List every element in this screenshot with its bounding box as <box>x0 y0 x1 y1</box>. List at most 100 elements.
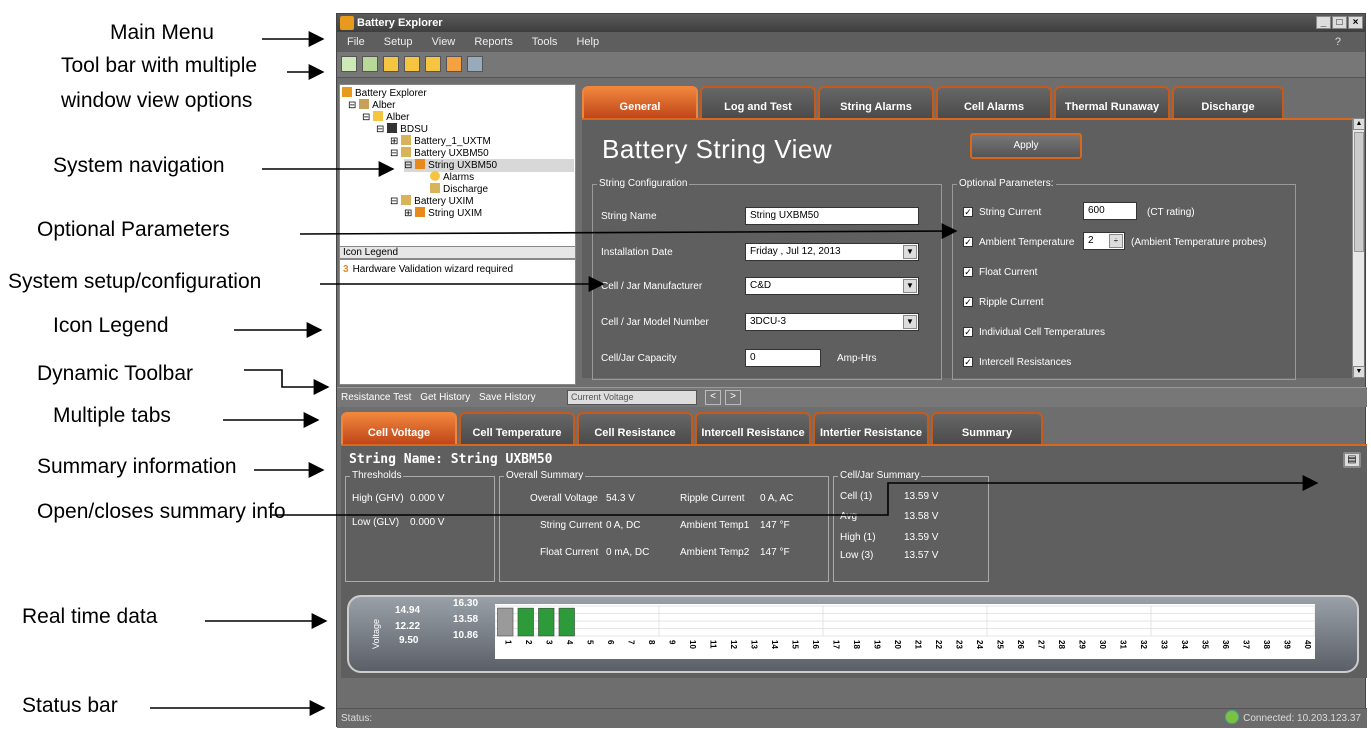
tree-string-uxim[interactable]: ⊞ String UXIM <box>404 207 482 220</box>
tab-cell-resistance[interactable]: Cell Resistance <box>577 412 693 444</box>
scroll-thumb[interactable] <box>1354 132 1364 252</box>
right-tick-2: 13.58 <box>453 614 479 625</box>
app-logo-icon <box>340 16 354 30</box>
string-icon <box>415 159 426 169</box>
ambient-temperature-stepper[interactable]: 2 ÷ <box>1083 232 1125 250</box>
toggle-summary-icon[interactable]: ▤ <box>1343 452 1361 468</box>
high-label: High (1) <box>840 532 876 543</box>
open-icon[interactable] <box>362 56 379 72</box>
x-tick-label: 39 <box>1282 640 1291 649</box>
x-tick-label: 27 <box>1036 640 1045 649</box>
x-tick-label: 32 <box>1139 640 1148 649</box>
x-tick-label: 17 <box>831 640 840 649</box>
tab-cell-alarms[interactable]: Cell Alarms <box>936 86 1052 118</box>
x-tick-label: 26 <box>1016 640 1025 649</box>
intercell-resistances-checkbox[interactable]: ✓ <box>963 357 973 367</box>
next-button[interactable]: > <box>725 390 741 405</box>
cell1-label: Cell (1) <box>840 491 873 502</box>
new-icon[interactable] <box>341 56 357 72</box>
split-horizontal-icon[interactable] <box>425 56 442 72</box>
tab-log-and-test[interactable]: Log and Test <box>700 86 816 118</box>
manufacturer-select[interactable]: C&D ▼ <box>745 277 919 295</box>
float-current-label: Float Current <box>540 547 599 558</box>
ambient-probes-label: (Ambient Temperature probes) <box>1131 237 1267 248</box>
intercell-resistances-label: Intercell Resistances <box>979 357 1072 368</box>
help-question-icon[interactable]: ? <box>1335 32 1341 52</box>
tab-intercell-resistance[interactable]: Intercell Resistance <box>695 412 811 444</box>
save-history-button[interactable]: Save History <box>479 392 536 403</box>
high-ghv-value: 0.000 V <box>410 493 445 504</box>
ripple-current-checkbox[interactable]: ✓ <box>963 297 973 307</box>
x-tick-label: 29 <box>1077 640 1086 649</box>
tab-string-alarms[interactable]: String Alarms <box>818 86 934 118</box>
get-history-button[interactable]: Get History <box>420 392 470 403</box>
capacity-field[interactable]: 0 <box>745 349 821 367</box>
tab-summary[interactable]: Summary <box>931 412 1043 444</box>
menu-tools[interactable]: Tools <box>532 36 558 48</box>
tab-intertier-resistance[interactable]: Intertier Resistance <box>813 412 929 444</box>
split-quad-icon[interactable] <box>446 56 463 72</box>
annotation-toolbar-line1: Tool bar with multiple <box>61 54 258 77</box>
chevron-down-icon[interactable]: ▼ <box>903 315 917 329</box>
menu-setup[interactable]: Setup <box>384 36 413 48</box>
installation-date-label: Installation Date <box>601 247 673 258</box>
history-type-select[interactable]: Current Voltage <box>567 390 697 405</box>
tab-thermal-runaway[interactable]: Thermal Runaway <box>1054 86 1170 118</box>
group-title: Optional Parameters: <box>957 178 1056 189</box>
optional-parameters-group: Optional Parameters: ✓ String Current 60… <box>952 178 1296 380</box>
ripple-current-label: Ripple Current <box>680 493 745 504</box>
x-tick-label: 33 <box>1159 640 1168 649</box>
tab-general[interactable]: General <box>582 86 698 118</box>
string-current-label: String Current <box>540 520 603 531</box>
cell-voltage-content: String Name: String UXBM50 ▤ Thresholds … <box>341 444 1367 678</box>
x-tick-label: 21 <box>913 640 922 649</box>
tab-cell-voltage[interactable]: Cell Voltage <box>341 412 457 444</box>
menu-file[interactable]: File <box>347 36 365 48</box>
maximize-button[interactable]: □ <box>1332 16 1347 29</box>
float-current-value: 0 mA, DC <box>606 547 650 558</box>
individual-cell-temps-checkbox[interactable]: ✓ <box>963 327 973 337</box>
tools-icon[interactable] <box>467 56 484 72</box>
bar-chart-svg: 1 2 3 4 5 6 7 8 9 10 11 12 13 14 15 16 17 18 19 20 21 22 23 24 2… <box>495 604 1315 659</box>
prev-button[interactable]: < <box>705 390 721 405</box>
chevron-down-icon[interactable]: ▼ <box>903 279 917 293</box>
chevron-down-icon[interactable]: ▼ <box>903 245 917 259</box>
tab-discharge[interactable]: Discharge <box>1172 86 1284 118</box>
split-vertical-icon[interactable] <box>404 56 421 72</box>
main-menu: File Setup View Reports Tools Help ? <box>337 32 1365 52</box>
scroll-down-icon[interactable]: ▼ <box>1353 366 1365 378</box>
cell-voltage-bar <box>497 607 514 637</box>
model-number-select[interactable]: 3DCU-3 ▼ <box>745 313 919 331</box>
menu-view[interactable]: View <box>432 36 456 48</box>
minimize-button[interactable]: _ <box>1316 16 1331 29</box>
vertical-scrollbar[interactable]: ▲ ▼ <box>1352 118 1365 378</box>
dynamic-toolbar: Resistance Test Get History Save History… <box>337 387 1367 407</box>
menu-reports[interactable]: Reports <box>474 36 513 48</box>
move-icon[interactable] <box>383 56 400 72</box>
tab-cell-temperature[interactable]: Cell Temperature <box>459 412 575 444</box>
ambient-temp1-value: 147 °F <box>760 520 790 531</box>
string-current-label: String Current <box>979 207 1042 218</box>
installation-date-picker[interactable]: Friday , Jul 12, 2013 ▼ <box>745 243 919 261</box>
scroll-up-icon[interactable]: ▲ <box>1353 118 1365 130</box>
string-current-field[interactable]: 600 <box>1083 202 1137 220</box>
x-tick-label: 34 <box>1180 640 1189 649</box>
battery-icon <box>401 147 412 157</box>
high-value: 13.59 V <box>904 532 939 543</box>
menu-help[interactable]: Help <box>576 36 599 48</box>
annotation-optional-parameters: Optional Parameters <box>37 218 230 241</box>
ambient-temperature-checkbox[interactable]: ✓ <box>963 237 973 247</box>
string-icon <box>415 207 426 217</box>
group-title: Cell/Jar Summary <box>838 470 922 481</box>
x-tick-label: 28 <box>1057 640 1066 649</box>
annotation-status-bar: Status bar <box>22 694 118 717</box>
string-current-checkbox[interactable]: ✓ <box>963 207 973 217</box>
float-current-checkbox[interactable]: ✓ <box>963 267 973 277</box>
apply-button[interactable]: Apply <box>970 133 1082 159</box>
close-button[interactable]: × <box>1348 16 1363 29</box>
string-name-field[interactable]: String UXBM50 <box>745 207 919 225</box>
left-tick-3: 9.50 <box>399 635 419 646</box>
resistance-test-button[interactable]: Resistance Test <box>341 392 411 403</box>
connection-text: Connected: 10.203.123.37 <box>1243 713 1361 724</box>
spinner-icon[interactable]: ÷ <box>1109 234 1123 248</box>
